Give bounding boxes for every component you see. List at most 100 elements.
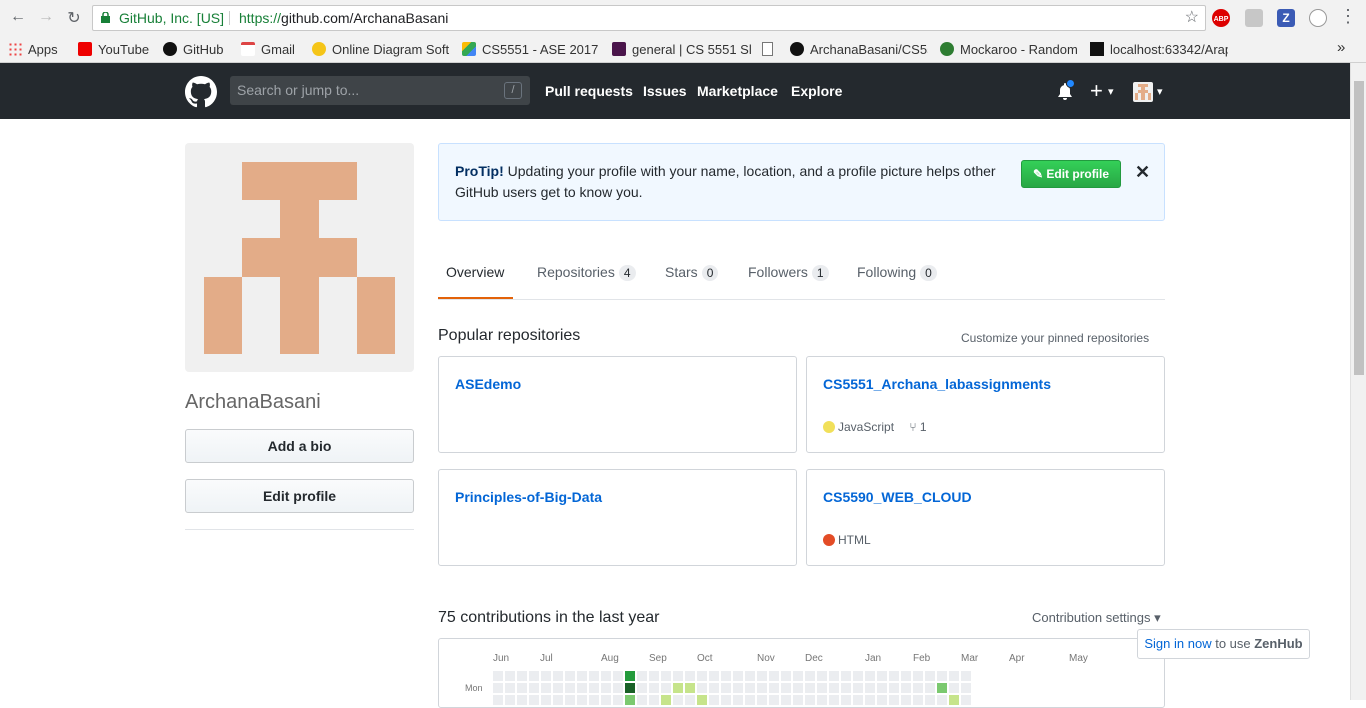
contribution-day[interactable]	[961, 671, 971, 681]
contribution-day[interactable]	[901, 683, 911, 693]
contribution-day[interactable]	[589, 671, 599, 681]
contribution-day[interactable]	[529, 683, 539, 693]
nav-explore[interactable]: Explore	[791, 83, 842, 99]
contribution-day[interactable]	[793, 683, 803, 693]
fork-icon[interactable]: ⑂	[909, 420, 916, 434]
contribution-day[interactable]	[937, 671, 947, 681]
contribution-day[interactable]	[649, 695, 659, 705]
contribution-day[interactable]	[661, 695, 671, 705]
contribution-day[interactable]	[841, 695, 851, 705]
contribution-day[interactable]	[829, 671, 839, 681]
add-bio-button[interactable]: Add a bio	[185, 429, 414, 463]
contribution-day[interactable]	[745, 671, 755, 681]
contribution-day[interactable]	[589, 683, 599, 693]
contribution-day[interactable]	[925, 695, 935, 705]
contribution-day[interactable]	[733, 683, 743, 693]
contribution-day[interactable]	[493, 683, 503, 693]
contribution-day[interactable]	[493, 671, 503, 681]
bookmark-apps[interactable]: Apps	[8, 40, 70, 60]
profile-avatar[interactable]	[185, 143, 414, 372]
contribution-day[interactable]	[613, 695, 623, 705]
contribution-day[interactable]	[901, 671, 911, 681]
contribution-day[interactable]	[553, 671, 563, 681]
contribution-day[interactable]	[733, 671, 743, 681]
contribution-settings-dropdown[interactable]: Contribution settings ▾	[1032, 610, 1161, 626]
contribution-day[interactable]	[673, 683, 683, 693]
contribution-day[interactable]	[829, 695, 839, 705]
bookmark-github-repo[interactable]: ArchanaBasani/CS55	[790, 40, 928, 60]
bookmark-localhost[interactable]: localhost:63342/Arap	[1090, 40, 1228, 60]
extension-circle-icon[interactable]	[1309, 9, 1327, 27]
back-icon[interactable]: ←	[8, 8, 28, 26]
tab-following[interactable]: Following 0	[857, 264, 937, 281]
contribution-day[interactable]	[949, 695, 959, 705]
contribution-day[interactable]	[805, 671, 815, 681]
contribution-day[interactable]	[517, 683, 527, 693]
bookmark-page[interactable]	[762, 40, 782, 60]
contribution-day[interactable]	[877, 671, 887, 681]
contribution-day[interactable]	[769, 683, 779, 693]
contribution-day[interactable]	[769, 695, 779, 705]
contribution-day[interactable]	[529, 695, 539, 705]
contribution-day[interactable]	[721, 683, 731, 693]
close-icon[interactable]: ✕	[1135, 162, 1150, 183]
scrollbar-thumb[interactable]	[1354, 81, 1364, 375]
repo-link[interactable]: CS5551_Archana_labassignments	[823, 376, 1051, 392]
adblock-extension-icon[interactable]: ABP	[1212, 9, 1230, 27]
contribution-day[interactable]	[853, 683, 863, 693]
contribution-day[interactable]	[877, 695, 887, 705]
contribution-day[interactable]	[949, 683, 959, 693]
contribution-day[interactable]	[925, 671, 935, 681]
contribution-day[interactable]	[685, 683, 695, 693]
contribution-day[interactable]	[745, 683, 755, 693]
contribution-day[interactable]	[541, 683, 551, 693]
contribution-day[interactable]	[697, 695, 707, 705]
contribution-day[interactable]	[553, 683, 563, 693]
avatar[interactable]	[1133, 82, 1153, 102]
contribution-day[interactable]	[505, 683, 515, 693]
contribution-day[interactable]	[637, 695, 647, 705]
contribution-day[interactable]	[949, 671, 959, 681]
contribution-day[interactable]	[769, 671, 779, 681]
contribution-day[interactable]	[505, 695, 515, 705]
contribution-day[interactable]	[937, 683, 947, 693]
contribution-day[interactable]	[913, 671, 923, 681]
contribution-day[interactable]	[673, 671, 683, 681]
contribution-day[interactable]	[565, 671, 575, 681]
page-scrollbar[interactable]	[1350, 63, 1366, 700]
profile-caret-icon[interactable]: ▾	[1157, 85, 1163, 98]
contribution-day[interactable]	[661, 671, 671, 681]
contribution-day[interactable]	[517, 671, 527, 681]
contribution-day[interactable]	[961, 683, 971, 693]
repo-link[interactable]: ASEdemo	[455, 376, 521, 392]
contribution-day[interactable]	[865, 671, 875, 681]
contribution-day[interactable]	[721, 671, 731, 681]
contribution-day[interactable]	[517, 695, 527, 705]
menu-dots-icon[interactable]: ⋮	[1338, 6, 1358, 27]
contribution-day[interactable]	[553, 695, 563, 705]
contribution-day[interactable]	[805, 695, 815, 705]
url-text[interactable]: https://github.com/ArchanaBasani	[239, 6, 448, 30]
create-new-icon[interactable]: +	[1090, 78, 1103, 104]
contribution-day[interactable]	[661, 683, 671, 693]
contribution-day[interactable]	[877, 683, 887, 693]
bookmark-drive[interactable]: CS5551 - ASE 2017 F	[462, 40, 600, 60]
edit-profile-button[interactable]: Edit profile	[185, 479, 414, 513]
contribution-day[interactable]	[613, 671, 623, 681]
contribution-day[interactable]	[565, 695, 575, 705]
contribution-day[interactable]	[637, 671, 647, 681]
contribution-day[interactable]	[697, 683, 707, 693]
contribution-day[interactable]	[817, 671, 827, 681]
contribution-day[interactable]	[841, 683, 851, 693]
contribution-day[interactable]	[541, 671, 551, 681]
tab-repositories[interactable]: Repositories 4	[537, 264, 636, 281]
bookmark-youtube[interactable]: YouTube	[78, 40, 154, 60]
contribution-day[interactable]	[793, 695, 803, 705]
contribution-day[interactable]	[685, 695, 695, 705]
contribution-day[interactable]	[781, 671, 791, 681]
tab-stars[interactable]: Stars 0	[665, 264, 719, 281]
contribution-day[interactable]	[841, 671, 851, 681]
tab-overview[interactable]: Overview	[446, 264, 504, 280]
contribution-day[interactable]	[853, 695, 863, 705]
search-input[interactable]: Search or jump to... /	[230, 76, 530, 105]
